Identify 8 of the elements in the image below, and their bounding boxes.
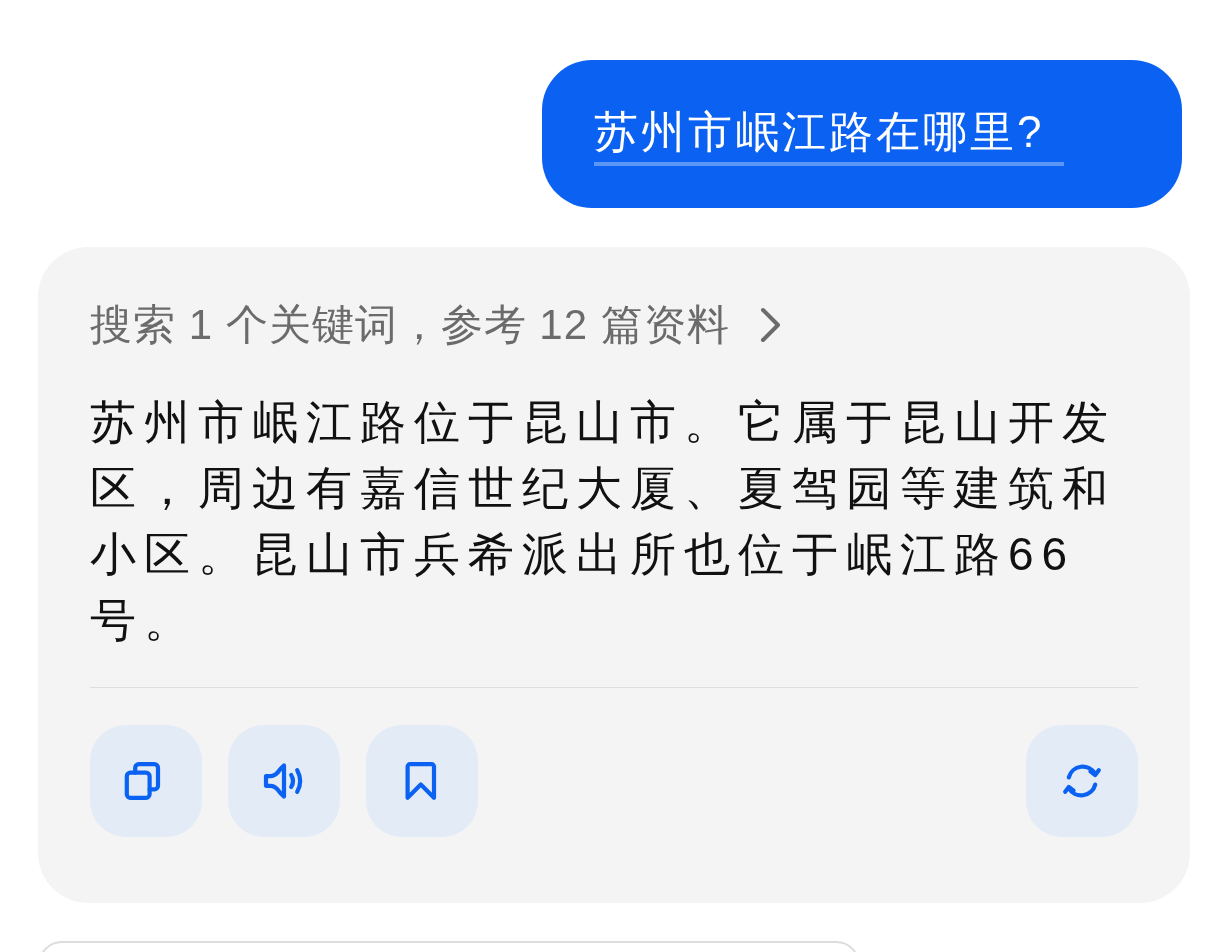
copy-button[interactable] xyxy=(90,725,202,837)
sources-link[interactable]: 搜索 1 个关键词，参考 12 篇资料 xyxy=(90,295,730,355)
speak-button[interactable] xyxy=(228,725,340,837)
user-message-text: 苏州市岷江路在哪里? xyxy=(594,102,1065,166)
chevron-right-icon[interactable] xyxy=(759,307,782,343)
regenerate-button[interactable] xyxy=(1026,725,1138,837)
answer-text: 苏州市岷江路位于昆山市。它属于昆山开发区，周边有嘉信世纪大厦、夏驾园等建筑和小区。昆山市兵希派出所也位于岷江路66号。 xyxy=(90,395,1117,648)
bookmark-button[interactable] xyxy=(366,725,478,837)
